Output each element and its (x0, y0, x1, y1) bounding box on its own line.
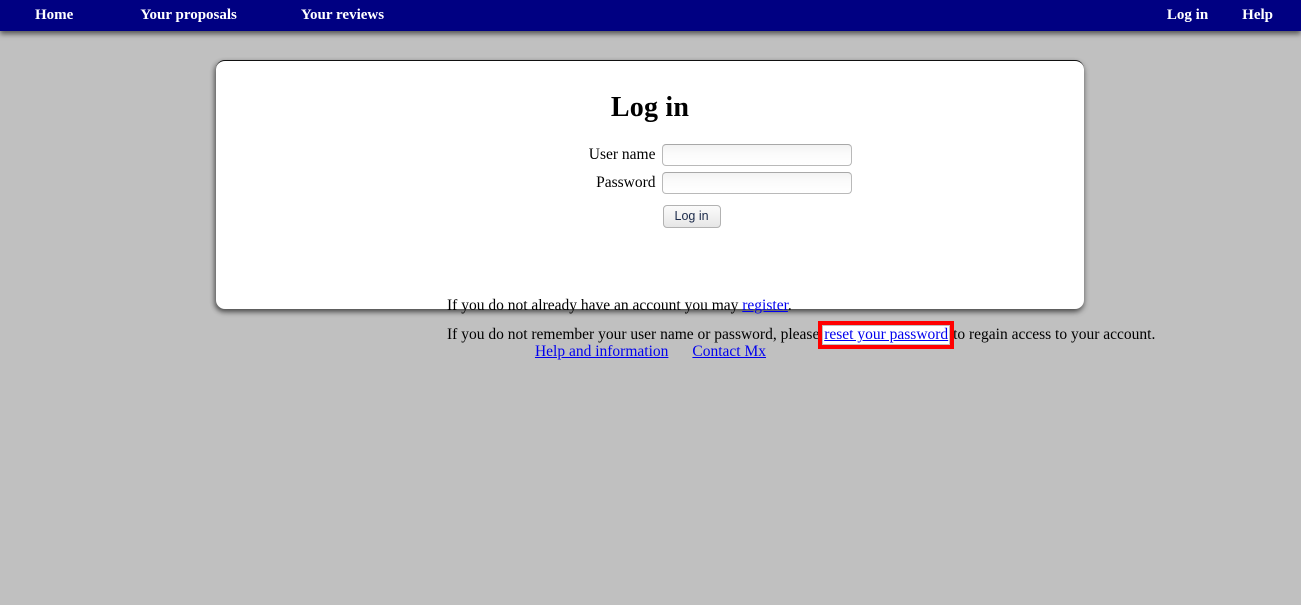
register-paragraph: If you do not already have an account yo… (447, 297, 792, 315)
login-form: User name Password Log in (449, 141, 852, 229)
nav-item-your-reviews[interactable]: Your reviews (301, 0, 384, 31)
reset-text-after: to regain access to your account. (949, 326, 1156, 343)
footer: Help and information Contact Mx (0, 343, 1301, 361)
footer-link-contact-mx[interactable]: Contact Mx (692, 343, 766, 360)
username-input[interactable] (661, 144, 852, 166)
reset-text-before: If you do not remember your user name or… (447, 326, 824, 343)
footer-link-help-and-information[interactable]: Help and information (535, 343, 668, 360)
login-card: Log in User name Password Log in If you … (216, 60, 1155, 349)
nav-item-your-proposals[interactable]: Your proposals (140, 0, 237, 31)
page-title: Log in (610, 92, 690, 123)
nav-item-home[interactable]: Home (35, 0, 73, 31)
reset-password-highlight-box: reset your password (818, 321, 955, 349)
register-text-after: . (787, 297, 792, 314)
nav-item-log-in[interactable]: Log in (1167, 0, 1208, 31)
register-link[interactable]: register (742, 297, 788, 314)
reset-your-password-link[interactable]: reset your password (824, 326, 948, 343)
username-label: User name (588, 146, 656, 163)
nav-item-help[interactable]: Help (1242, 0, 1273, 31)
form-submit-spacer (449, 197, 662, 229)
top-navigation-bar: Home Your proposals Your reviews Log in … (0, 0, 1301, 31)
register-text-before: If you do not already have an account yo… (447, 297, 743, 314)
form-row-password: Password (449, 169, 852, 197)
reset-password-paragraph: If you do not remember your user name or… (447, 321, 1156, 349)
navbar-right-group: Log in Help (1167, 0, 1301, 31)
form-row-submit: Log in (449, 197, 852, 229)
password-input[interactable] (661, 172, 852, 194)
password-label: Password (596, 174, 656, 191)
log-in-button[interactable]: Log in (662, 205, 721, 228)
navbar-left-group: Home Your proposals Your reviews (0, 0, 384, 31)
form-row-username: User name (449, 141, 852, 169)
